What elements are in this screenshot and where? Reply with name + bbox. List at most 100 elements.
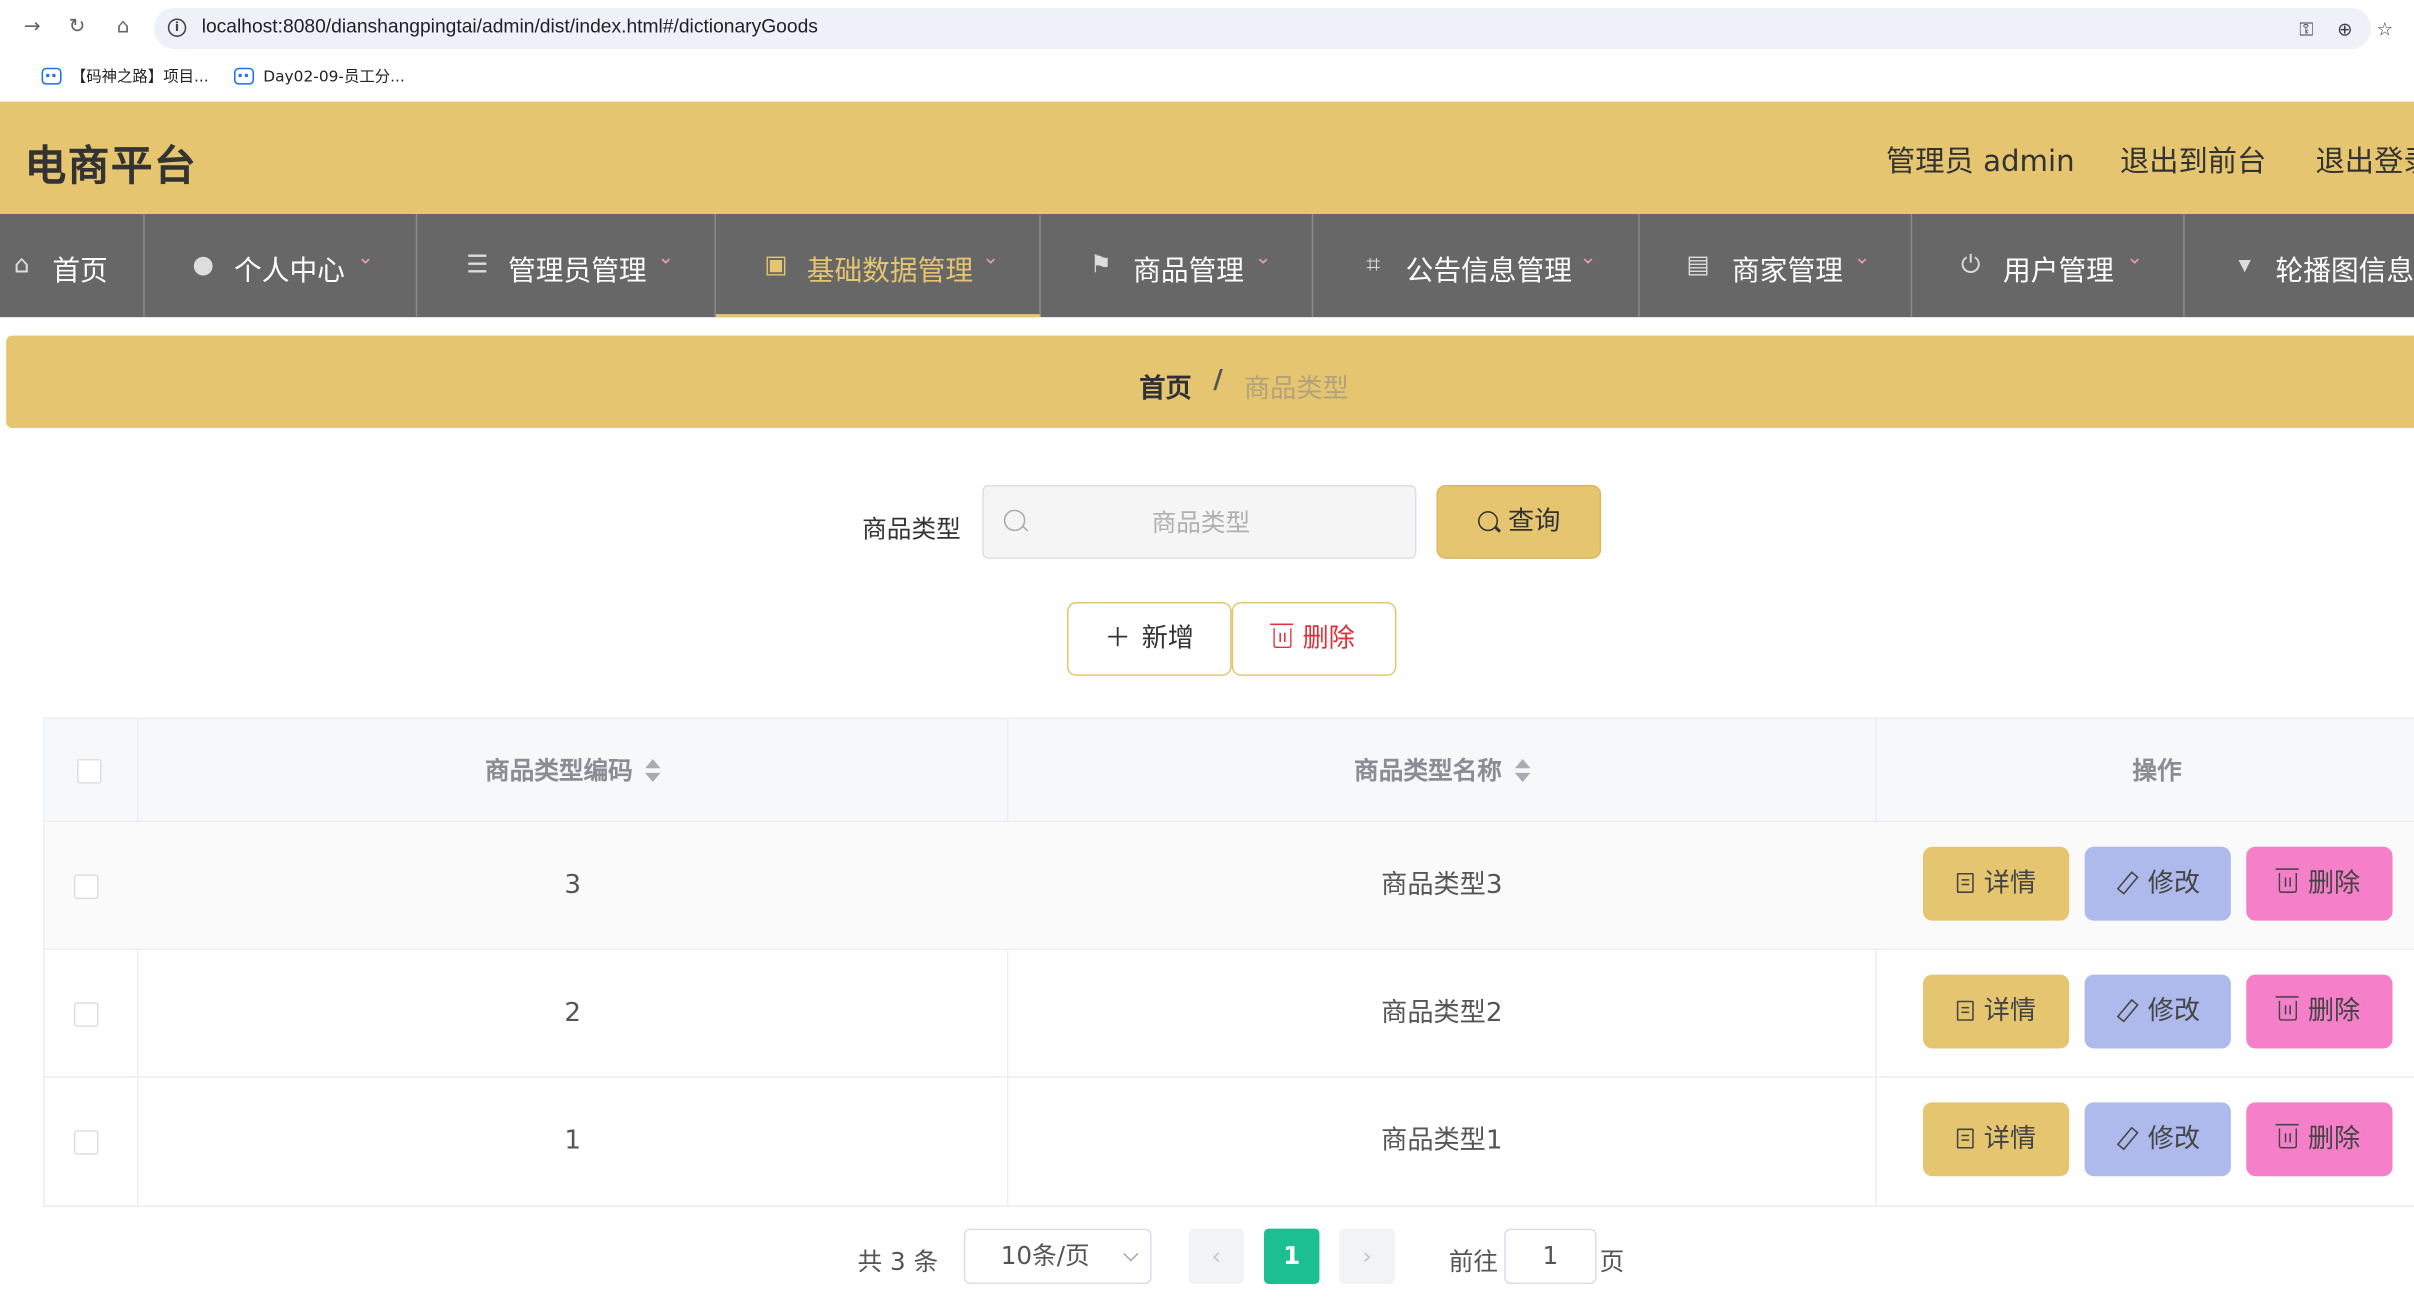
breadcrumb-separator: / bbox=[1213, 364, 1223, 396]
breadcrumb-current: 商品类型 bbox=[1243, 374, 1349, 405]
chevron-down-icon: ⌄ bbox=[1853, 246, 1871, 270]
chevron-down-icon: ⌄ bbox=[982, 246, 1000, 270]
edit-icon bbox=[2115, 871, 2137, 893]
column-header-code[interactable]: 商品类型编码 bbox=[139, 719, 1007, 822]
trash-icon bbox=[2275, 868, 2299, 893]
user-icon: ● bbox=[192, 249, 214, 279]
table-header: 商品类型编码 商品类型名称 操作 bbox=[44, 718, 2414, 823]
detail-button[interactable]: 详情 bbox=[1922, 1102, 2070, 1177]
search-icon bbox=[1477, 511, 1498, 532]
site-info-icon[interactable]: i bbox=[167, 18, 187, 37]
prev-page-button[interactable]: ‹ bbox=[1188, 1228, 1244, 1285]
cell-code: 3 bbox=[564, 869, 582, 901]
select-all-checkbox[interactable] bbox=[76, 759, 102, 784]
nav-item-profile[interactable]: ● 个人中心 ⌄ bbox=[145, 214, 418, 318]
breadcrumb: 首页 / 商品类型 bbox=[6, 335, 2414, 429]
cell-name: 商品类型1 bbox=[1381, 1125, 1503, 1157]
bookmark-item[interactable]: 【码神之路】项目... bbox=[41, 66, 209, 91]
nav-item-basic-data[interactable]: ▣ 基础数据管理 ⌄ bbox=[715, 214, 1041, 318]
reload-icon[interactable]: ↻ bbox=[63, 14, 91, 42]
query-button[interactable]: 查询 bbox=[1436, 484, 1602, 559]
chevron-down-icon: ⌄ bbox=[357, 246, 374, 270]
trash-icon bbox=[1270, 623, 1294, 649]
chevron-down-icon bbox=[1123, 1246, 1139, 1262]
breadcrumb-home[interactable]: 首页 bbox=[1139, 366, 1191, 405]
plus-icon: ＋ bbox=[1104, 623, 1131, 655]
table-row: 2 商品类型2 详情 修改 删除 bbox=[44, 950, 2414, 1078]
row-checkbox[interactable] bbox=[73, 1002, 99, 1027]
exit-front-link[interactable]: 退出到前台 bbox=[2120, 139, 2266, 181]
bilibili-icon bbox=[234, 67, 255, 85]
bookmark-item[interactable]: Day02-09-员工分... bbox=[234, 66, 405, 91]
app-header: 电商平台 管理员 admin 退出到前台 退出登录 bbox=[0, 101, 2414, 215]
chevron-down-icon: ⌄ bbox=[2126, 246, 2143, 270]
url-text[interactable]: localhost:8080/dianshangpingtai/admin/di… bbox=[202, 15, 818, 37]
cell-name: 商品类型3 bbox=[1381, 869, 1503, 901]
search-input[interactable] bbox=[1039, 486, 1363, 558]
bookmarks-bar: 【码神之路】项目... Day02-09-员工分... bbox=[0, 55, 2414, 102]
trash-icon bbox=[2275, 996, 2299, 1021]
app-title: 电商平台 bbox=[24, 143, 198, 191]
data-table: 商品类型编码 商品类型名称 操作 3 商品类型3 详情 修改 删除 2 商品类型… bbox=[43, 717, 2414, 1208]
main-content: 商品类型 查询 ＋新增 删除 商品类型编码 商品类型名称 操作 3 商品类型3 … bbox=[6, 446, 2414, 1313]
nav-item-notice[interactable]: ⌗ 公告信息管理 ⌄ bbox=[1313, 214, 1640, 318]
page-number-active[interactable]: 1 bbox=[1264, 1228, 1320, 1285]
edit-button[interactable]: 修改 bbox=[2084, 846, 2231, 921]
zoom-icon[interactable]: ⊕ bbox=[2332, 17, 2357, 42]
document-icon bbox=[1956, 1000, 1973, 1021]
page-size-select[interactable]: 10条/页 bbox=[963, 1228, 1152, 1285]
bilibili-icon bbox=[41, 67, 62, 85]
detail-button[interactable]: 详情 bbox=[1922, 974, 2070, 1049]
delete-button[interactable]: 删除 bbox=[2246, 1102, 2393, 1177]
delete-button[interactable]: 删除 bbox=[2246, 974, 2393, 1049]
cell-name: 商品类型2 bbox=[1381, 997, 1503, 1029]
pagination-total: 共 3 条 bbox=[857, 1247, 939, 1277]
search-icon bbox=[1003, 509, 1026, 532]
trash-icon bbox=[2275, 1123, 2299, 1149]
cell-code: 2 bbox=[564, 997, 582, 1029]
table-row: 3 商品类型3 详情 修改 删除 bbox=[44, 822, 2414, 950]
edit-button[interactable]: 修改 bbox=[2084, 1102, 2231, 1177]
main-nav: ⌂ 首页 ● 个人中心 ⌄ ☰ 管理员管理 ⌄ ▣ 基础数据管理 ⌄ ⚑ 商品管… bbox=[0, 214, 2414, 318]
search-label: 商品类型 bbox=[862, 514, 961, 544]
star-icon[interactable]: ☆ bbox=[2373, 17, 2398, 42]
nav-item-home[interactable]: ⌂ 首页 bbox=[0, 214, 145, 318]
nav-item-admin[interactable]: ☰ 管理员管理 ⌄ bbox=[417, 214, 716, 318]
clipboard-icon: ▤ bbox=[1686, 249, 1710, 279]
detail-button[interactable]: 详情 bbox=[1922, 846, 2070, 921]
edit-icon bbox=[2115, 999, 2137, 1021]
nav-item-users[interactable]: ⏻ 用户管理 ⌄ bbox=[1912, 214, 2185, 318]
logout-link[interactable]: 退出登录 bbox=[2316, 139, 2414, 181]
chevron-left-icon: ‹ bbox=[1211, 1242, 1221, 1271]
sort-icon[interactable] bbox=[1514, 759, 1530, 784]
column-header-name[interactable]: 商品类型名称 bbox=[1008, 719, 1875, 822]
key-icon[interactable]: ⚿ bbox=[2294, 17, 2319, 42]
row-checkbox[interactable] bbox=[73, 1130, 99, 1155]
home-icon[interactable]: ⌂ bbox=[109, 14, 137, 42]
delete-button[interactable]: 删除 bbox=[2246, 846, 2393, 921]
power-icon: ⏻ bbox=[1960, 249, 1981, 279]
nav-item-merchant[interactable]: ▤ 商家管理 ⌄ bbox=[1640, 214, 1913, 318]
cell-code: 1 bbox=[564, 1125, 582, 1157]
batch-delete-button[interactable]: 删除 bbox=[1231, 601, 1397, 676]
document-icon bbox=[1956, 872, 1973, 893]
row-checkbox[interactable] bbox=[73, 874, 99, 900]
page-suffix: 页 bbox=[1599, 1247, 1625, 1277]
next-page-button[interactable]: › bbox=[1339, 1228, 1395, 1285]
goto-label: 前往 bbox=[1448, 1247, 1499, 1277]
goto-page-input[interactable]: 1 bbox=[1504, 1228, 1597, 1285]
edit-icon bbox=[2115, 1127, 2137, 1149]
nav-item-goods[interactable]: ⚑ 商品管理 ⌄ bbox=[1041, 214, 1314, 318]
briefcase-icon: ▣ bbox=[764, 249, 788, 279]
search-field[interactable] bbox=[982, 484, 1417, 559]
home-icon: ⌂ bbox=[13, 249, 30, 279]
edit-button[interactable]: 修改 bbox=[2084, 974, 2231, 1049]
address-bar[interactable]: i localhost:8080/dianshangpingtai/admin/… bbox=[153, 7, 2393, 50]
nav-item-carousel[interactable]: ▾ 轮播图信息 bbox=[2185, 214, 2414, 317]
flag-icon: ⚑ bbox=[1089, 249, 1112, 279]
add-button[interactable]: ＋新增 bbox=[1066, 601, 1232, 676]
forward-icon[interactable]: → bbox=[18, 14, 46, 42]
chevron-down-icon: ⌄ bbox=[657, 246, 675, 270]
sort-icon[interactable] bbox=[645, 759, 661, 784]
admin-label: 管理员 admin bbox=[1886, 144, 2075, 179]
